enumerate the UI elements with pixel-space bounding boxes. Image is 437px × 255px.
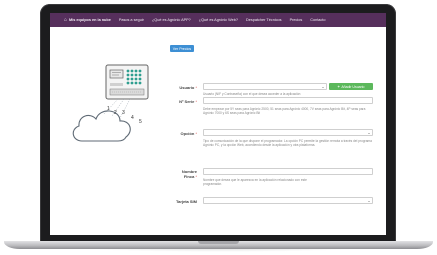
serie-help: Debe empezar por 5Y seas para Agrónic 25… (203, 107, 366, 116)
nav-label-despatcher: Despatcher Técnicos (245, 18, 282, 22)
serie-label-text: Nº Serie (179, 99, 195, 104)
usuario-label: Usuario * (170, 85, 197, 90)
nav-item-pasos[interactable]: Pasos a seguir (119, 18, 144, 22)
add-user-label: Añadir Usuario (341, 84, 365, 89)
nombre-finca-label: Nombre Finca * (166, 169, 197, 179)
usuario-label-text: Usuario (179, 85, 195, 90)
usuario-select[interactable] (203, 83, 327, 90)
nav-item-despatcher[interactable]: Despatcher Técnicos (246, 18, 282, 22)
home-icon: ⌂ (64, 16, 68, 23)
controller-icon (105, 64, 149, 100)
ver-precios-button[interactable]: Ver Precios (170, 45, 194, 52)
tarjeta-label-text: Tarjeta SIM (175, 199, 197, 204)
required-mark: * (195, 99, 197, 104)
nav-item-agronic-web[interactable]: ¿Qué es Agrónic Web? (199, 18, 238, 22)
top-navbar: ⌂ Mis equipos en la nube Pasos a seguir … (50, 13, 386, 27)
browser-screen: ⌂ Mis equipos en la nube Pasos a seguir … (50, 13, 386, 235)
nav-label-pasos: Pasos a seguir (118, 18, 144, 22)
nav-item-precios[interactable]: Precios (290, 18, 303, 22)
keypad-digit: 3 (122, 110, 125, 116)
nav-label-agronic-web: ¿Qué es Agrónic Web? (198, 18, 238, 22)
serie-label: Nº Serie * (168, 99, 197, 104)
nombre-finca-help: Nombre que desea que le aparezca en la a… (203, 178, 307, 187)
nombre-finca-input[interactable] (203, 168, 373, 175)
usuario-help: Usuario (NIF y Contraseña) con el que de… (203, 92, 301, 96)
nav-label-contacto: Contacto (310, 18, 326, 22)
tarjeta-sim-label: Tarjeta SIM (162, 199, 197, 204)
opcion-help: Tipo de comunicación de la que dispone e… (203, 139, 372, 148)
nav-label-agronic-app: ¿Qué es Agrónic APP? (151, 18, 191, 22)
opcion-label-text: Opción (180, 131, 195, 136)
nav-label-precios: Precios (289, 18, 303, 22)
add-user-button[interactable]: + Añadir Usuario (329, 83, 373, 90)
tarjeta-sim-select[interactable] (203, 197, 373, 204)
keypad-digit: 4 (131, 115, 134, 121)
opcion-label: Opción * (168, 131, 197, 136)
nav-item-mis-equipos[interactable]: ⌂ Mis equipos en la nube (64, 16, 111, 23)
required-mark: * (195, 85, 197, 90)
nav-item-agronic-app[interactable]: ¿Qué es Agrónic APP? (152, 18, 191, 22)
serie-input[interactable] (203, 97, 373, 104)
keypad-digit: 5 (139, 119, 142, 125)
opcion-select[interactable] (203, 129, 373, 136)
plus-icon: + (337, 84, 340, 89)
required-mark: * (195, 174, 197, 179)
nombre-label-line2: Finca (183, 174, 195, 179)
cloud-controller-illustration: 1 2 3 4 5 (72, 64, 149, 142)
laptop-notch (198, 241, 239, 244)
nav-label-mis-equipos: Mis equipos en la nube (69, 18, 111, 22)
nav-item-contacto[interactable]: Contacto (310, 18, 325, 22)
required-mark: * (195, 131, 197, 136)
